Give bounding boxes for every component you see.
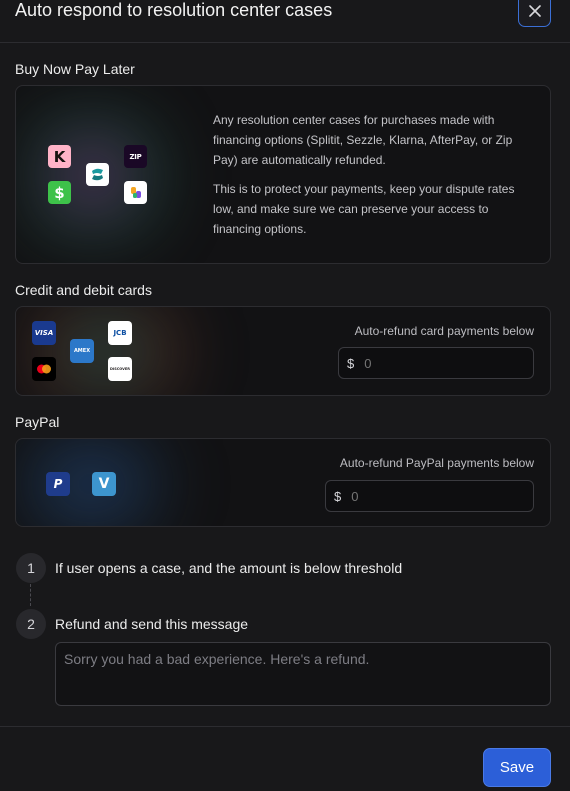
cards-glow	[16, 307, 216, 395]
paypal-card: P V Auto-refund PayPal payments below $	[15, 438, 551, 527]
paypal-threshold-field[interactable]: $	[325, 480, 534, 512]
step-1-number: 1	[16, 553, 46, 583]
cards-threshold-label: Auto-refund card payments below	[354, 324, 534, 338]
refund-message-input[interactable]	[55, 642, 551, 706]
cards-threshold-input[interactable]	[364, 355, 515, 371]
zip-logo: ZIP	[124, 145, 147, 168]
cards-section-label: Credit and debit cards	[15, 282, 152, 298]
bnpl-section-label: Buy Now Pay Later	[15, 61, 135, 77]
close-button[interactable]	[518, 0, 551, 27]
cash-glyph: $	[54, 183, 65, 202]
step-2-number: 2	[16, 609, 46, 639]
modal-title: Auto respond to resolution center cases	[15, 0, 333, 20]
paypal-threshold-input[interactable]	[351, 488, 502, 504]
paypal-currency-symbol: $	[334, 488, 342, 504]
sezzle-logo	[86, 163, 109, 186]
bnpl-paragraph-2: This is to protect your payments, keep y…	[213, 182, 515, 236]
bnpl-paragraph-1: Any resolution center cases for purchase…	[213, 113, 513, 167]
amex-glyph: AMEX	[73, 348, 91, 354]
klarna-logo: K	[48, 145, 71, 168]
mastercard-icon	[37, 364, 51, 374]
discover-glyph: DISCOVER	[110, 367, 130, 371]
amex-logo: AMEX	[70, 339, 94, 363]
paypal-section-label: PayPal	[15, 414, 60, 430]
splitit-logo	[124, 181, 147, 204]
jcb-glyph: JCB	[113, 329, 127, 337]
cash-app-logo: $	[48, 181, 71, 204]
splitit-icon	[130, 186, 141, 198]
paypal-logo: P	[46, 472, 70, 496]
paypal-threshold-label: Auto-refund PayPal payments below	[339, 456, 534, 470]
cards-card: VISA JCB AMEX DISCOVER Auto-refund card …	[15, 306, 551, 396]
cards-currency-symbol: $	[347, 355, 355, 371]
discover-logo: DISCOVER	[108, 357, 132, 381]
step-2-text: Refund and send this message	[55, 616, 249, 632]
modal-footer: Save	[0, 726, 570, 791]
visa-logo: VISA	[32, 321, 56, 345]
mastercard-logo	[32, 357, 56, 381]
auto-respond-modal: Auto respond to resolution center cases …	[0, 0, 570, 791]
jcb-logo: JCB	[108, 321, 132, 345]
cards-threshold-field[interactable]: $	[338, 347, 534, 379]
venmo-glyph: V	[98, 476, 110, 492]
visa-glyph: VISA	[34, 329, 54, 337]
zip-glyph: ZIP	[129, 152, 142, 161]
bnpl-card: K ZIP $ Any resolution center cases for …	[15, 85, 551, 264]
venmo-logo: V	[92, 472, 116, 496]
sezzle-icon	[92, 168, 103, 181]
bnpl-description: Any resolution center cases for purchase…	[213, 110, 533, 239]
save-button[interactable]: Save	[483, 748, 551, 787]
paypal-glyph: P	[53, 477, 63, 491]
bnpl-glow	[24, 106, 194, 246]
close-icon	[528, 4, 541, 17]
step-1-text: If user opens a case, and the amount is …	[55, 560, 403, 576]
step-connector	[30, 584, 31, 606]
modal-header: Auto respond to resolution center cases	[0, 0, 570, 43]
klarna-glyph: K	[53, 147, 66, 166]
